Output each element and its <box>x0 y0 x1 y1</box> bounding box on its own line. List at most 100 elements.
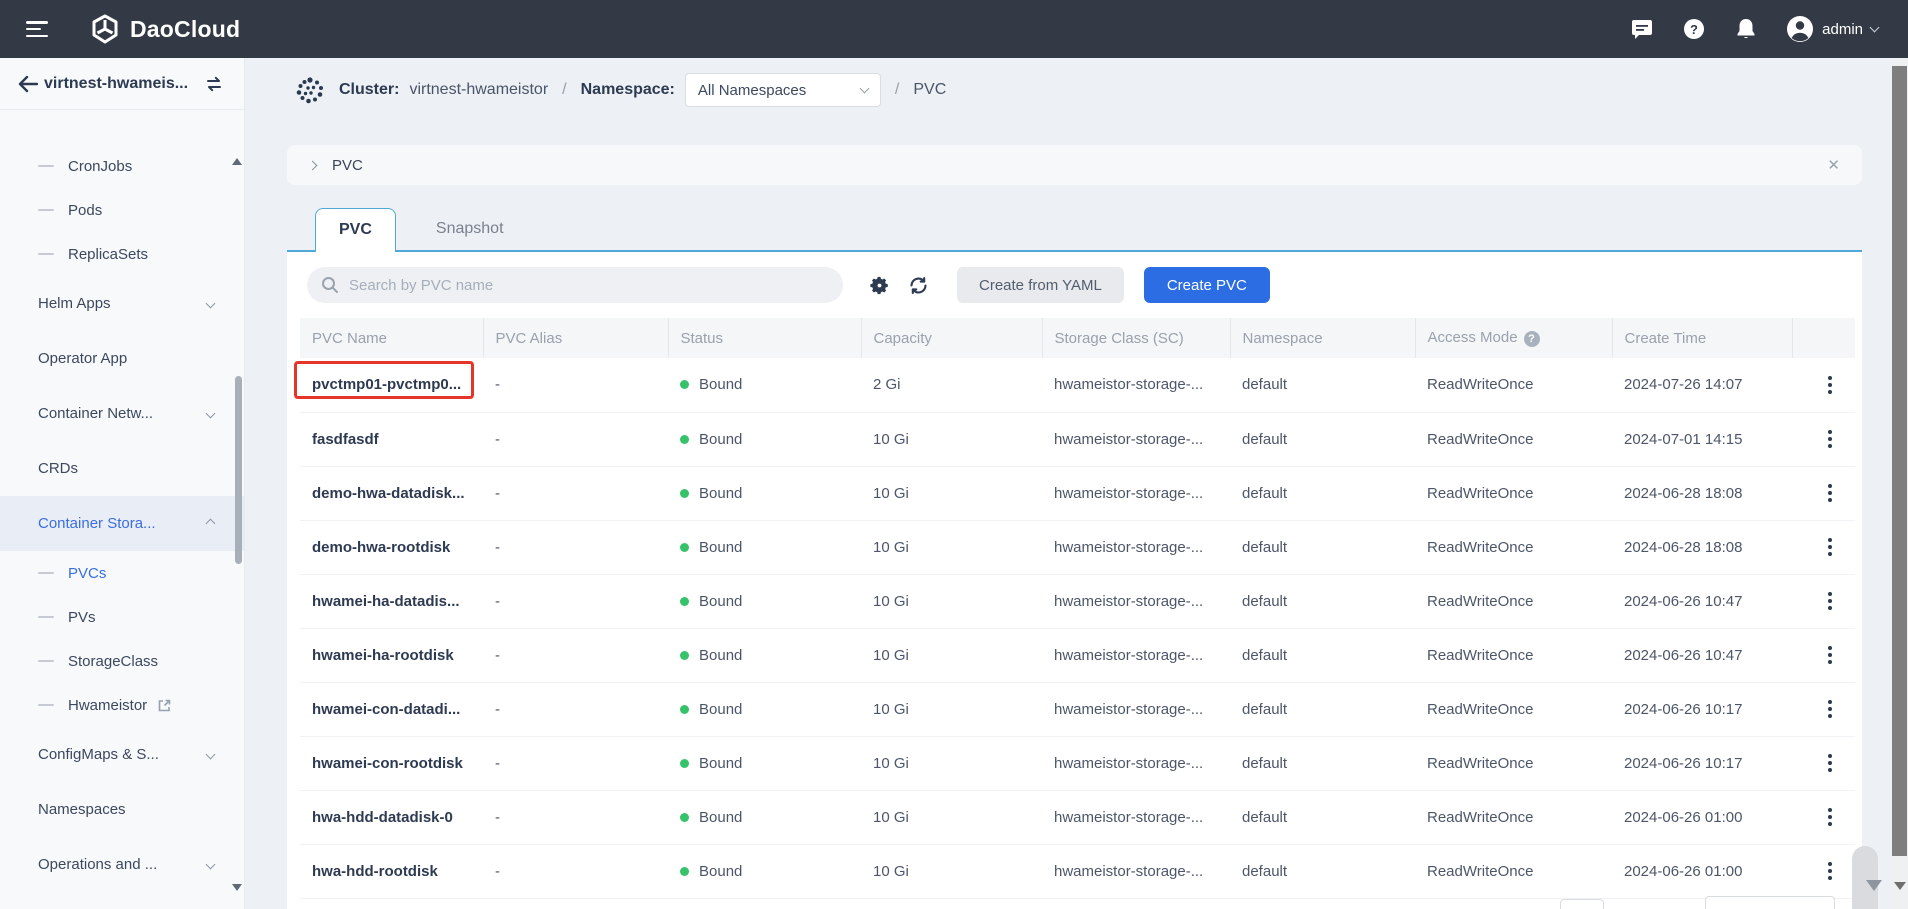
sidebar-item-namespaces[interactable]: Namespaces <box>0 782 244 837</box>
namespace-select-value: All Namespaces <box>698 82 861 99</box>
pvc-name-link[interactable]: fasdfasdf <box>312 431 379 448</box>
row-actions-kebab-icon[interactable] <box>1820 592 1840 610</box>
content-scrollbar-thumb[interactable] <box>1852 846 1878 909</box>
pvc-name-link[interactable]: hwamei-con-rootdisk <box>312 755 463 772</box>
sidebar-item-container-netw[interactable]: Container Netw... <box>0 386 244 441</box>
pvc-name-link[interactable]: pvctmp01-pvctmp0... <box>312 376 461 393</box>
cell-text: ReadWriteOnce <box>1427 593 1533 610</box>
pagination-size-select[interactable] <box>1705 896 1835 909</box>
back-arrow-icon[interactable] <box>18 75 44 93</box>
row-actions-kebab-icon[interactable] <box>1820 430 1840 448</box>
window-scrollbar <box>1891 58 1908 909</box>
cell-alias: - <box>483 790 668 844</box>
pagination-page-button[interactable] <box>1560 899 1604 909</box>
sidebar-item-operator-app[interactable]: Operator App <box>0 331 244 386</box>
access-mode-help-icon[interactable]: ? <box>1524 331 1540 347</box>
column-header-label: Storage Class (SC) <box>1055 330 1184 347</box>
hamburger-menu-icon[interactable] <box>26 21 48 37</box>
help-icon[interactable]: ? <box>1682 17 1706 41</box>
row-actions-kebab-icon[interactable] <box>1820 862 1840 880</box>
sidebar-item-pvcs[interactable]: PVCs <box>0 551 244 595</box>
row-actions-kebab-icon[interactable] <box>1820 484 1840 502</box>
breadcrumb-separator: / <box>895 81 899 99</box>
pvc-name-link[interactable]: hwamei-con-datadi... <box>312 701 460 718</box>
sidebar-item-helm-apps[interactable]: Helm Apps <box>0 276 244 331</box>
sidebar-item-crds[interactable]: CRDs <box>0 441 244 496</box>
cell-text: hwameistor-storage-... <box>1054 431 1203 448</box>
cell-text: hwameistor-storage-... <box>1054 647 1203 664</box>
pvc-name-link[interactable]: demo-hwa-datadisk... <box>312 485 465 502</box>
pvc-name-link[interactable]: demo-hwa-rootdisk <box>312 539 450 556</box>
tab-snapshot[interactable]: Snapshot <box>396 208 506 252</box>
cell-text: default <box>1242 539 1287 556</box>
cell-storage-class: hwameistor-storage-... <box>1042 466 1230 520</box>
sidebar: virtnest-hwameis... CronJobsPodsReplicaS… <box>0 58 245 909</box>
create-from-yaml-button[interactable]: Create from YAML <box>957 267 1124 303</box>
sidebar-item-label: Helm Apps <box>38 295 111 312</box>
sidebar-item-label: Hwameistor <box>68 697 147 714</box>
search-box[interactable] <box>307 267 843 303</box>
chevron-down-icon <box>206 299 216 309</box>
scroll-down-arrow[interactable] <box>1866 880 1882 891</box>
refresh-icon[interactable] <box>908 275 929 296</box>
cell-create-time: 2024-06-26 10:17 <box>1612 682 1792 736</box>
sidebar-item-pods[interactable]: Pods <box>0 188 244 232</box>
banner-close-icon[interactable]: ✕ <box>1827 156 1840 174</box>
sidebar-scroll-down-arrow[interactable] <box>232 884 242 891</box>
sidebar-item-label: CRDs <box>38 460 78 477</box>
user-menu[interactable]: admin <box>1786 15 1878 43</box>
window-scrollbar-thumb[interactable] <box>1892 66 1907 856</box>
namespace-select[interactable]: All Namespaces <box>685 73 881 107</box>
cell-access-mode: ReadWriteOnce <box>1415 682 1612 736</box>
row-actions-kebab-icon[interactable] <box>1820 700 1840 718</box>
sidebar-item-container-stora[interactable]: Container Stora... <box>0 496 244 551</box>
cell-text: - <box>495 647 500 664</box>
sidebar-item-replicasets[interactable]: ReplicaSets <box>0 232 244 276</box>
cell-text: - <box>495 701 500 718</box>
cell-text: ReadWriteOnce <box>1427 376 1533 393</box>
row-actions-kebab-icon[interactable] <box>1820 376 1840 394</box>
row-actions-kebab-icon[interactable] <box>1820 646 1840 664</box>
search-input[interactable] <box>349 277 789 294</box>
sidebar-item-cronjobs[interactable]: CronJobs <box>0 144 244 188</box>
sidebar-item-dash <box>38 253 54 255</box>
cell-create-time: 2024-06-26 01:00 <box>1612 790 1792 844</box>
sidebar-item-pvs[interactable]: PVs <box>0 595 244 639</box>
sidebar-item-hwameistor[interactable]: Hwameistor <box>0 683 244 727</box>
pvc-name-link[interactable]: hwamei-ha-datadis... <box>312 593 460 610</box>
row-actions-kebab-icon[interactable] <box>1820 538 1840 556</box>
cell-name: hwamei-ha-datadis... <box>300 574 483 628</box>
tab-pvc[interactable]: PVC <box>315 208 396 252</box>
settings-gear-icon[interactable] <box>869 275 890 296</box>
pvc-table: PVC NamePVC AliasStatusCapacityStorage C… <box>300 318 1855 899</box>
cell-name: hwamei-ha-rootdisk <box>300 628 483 682</box>
sidebar-item-operations-and[interactable]: Operations and ... <box>0 837 244 892</box>
switch-cluster-icon[interactable] <box>204 75 224 93</box>
create-pvc-button[interactable]: Create PVC <box>1144 267 1270 303</box>
sidebar-scroll-up-arrow[interactable] <box>232 158 242 165</box>
cell-alias: - <box>483 628 668 682</box>
cell-capacity: 10 Gi <box>861 736 1042 790</box>
status-text: Bound <box>699 431 742 448</box>
cell-text: 10 Gi <box>873 485 909 502</box>
pvc-name-link[interactable]: hwa-hdd-datadisk-0 <box>312 809 453 826</box>
sidebar-scrollbar-thumb[interactable] <box>235 376 242 564</box>
row-actions-kebab-icon[interactable] <box>1820 808 1840 826</box>
cell-create-time: 2024-06-26 10:47 <box>1612 574 1792 628</box>
cell-text: 2024-06-26 01:00 <box>1624 863 1742 880</box>
expand-chevron-icon[interactable] <box>308 160 318 170</box>
column-header-label: Access Mode <box>1428 329 1518 346</box>
sidebar-item-configmaps-s[interactable]: ConfigMaps & S... <box>0 727 244 782</box>
row-actions-kebab-icon[interactable] <box>1820 754 1840 772</box>
chat-icon[interactable] <box>1630 17 1654 41</box>
cell-alias: - <box>483 844 668 898</box>
breadcrumb-cluster-value: virtnest-hwameistor <box>409 81 548 99</box>
pvc-name-link[interactable]: hwamei-ha-rootdisk <box>312 647 454 664</box>
window-scrollbar-down-arrow[interactable] <box>1894 882 1906 890</box>
sidebar-item-storageclass[interactable]: StorageClass <box>0 639 244 683</box>
daocloud-logo[interactable]: DaoCloud <box>90 14 240 44</box>
cell-text: ReadWriteOnce <box>1427 647 1533 664</box>
pvc-name-link[interactable]: hwa-hdd-rootdisk <box>312 863 438 880</box>
cell-status: Bound <box>668 412 861 466</box>
bell-icon[interactable] <box>1734 17 1758 41</box>
